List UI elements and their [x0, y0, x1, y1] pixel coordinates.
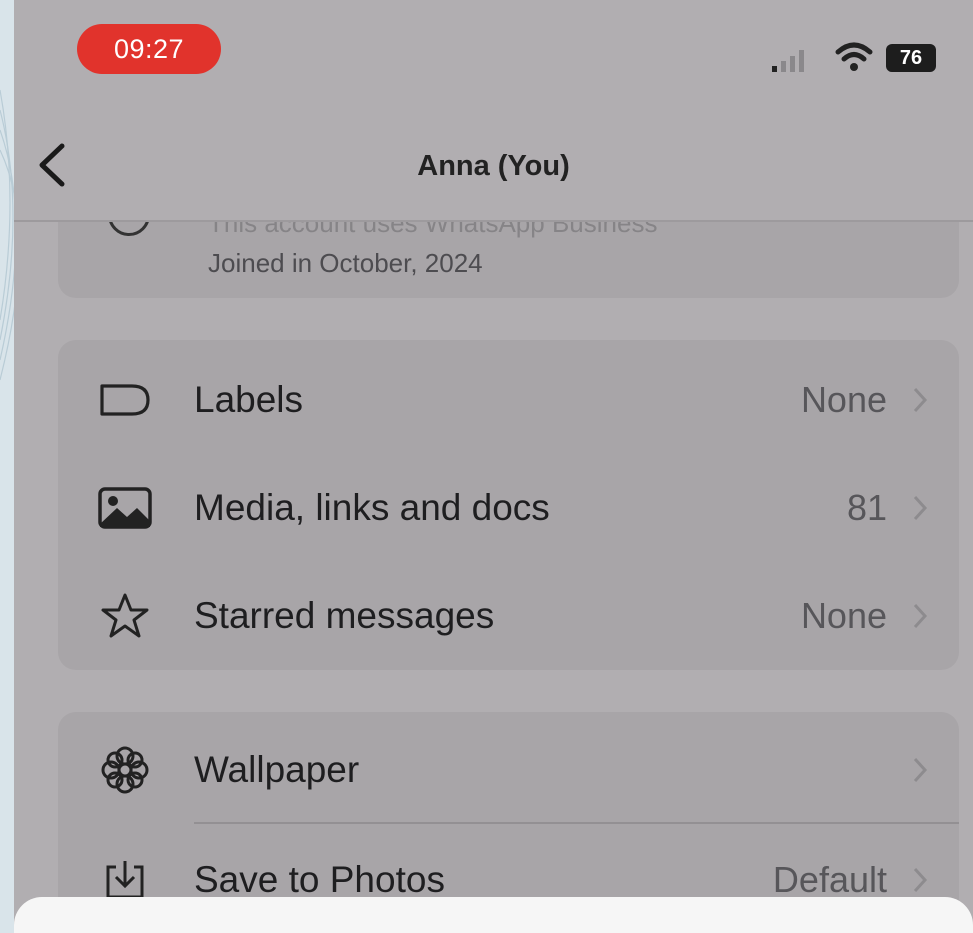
chevron-right-icon — [913, 387, 928, 413]
battery-indicator: 76 — [886, 44, 936, 72]
page-title: Anna (You) — [417, 150, 570, 182]
joined-date: Joined in October, 2024 — [208, 248, 483, 278]
signal-icon — [772, 50, 804, 72]
media-icon — [96, 479, 154, 537]
star-icon — [96, 587, 154, 645]
account-info-card: This account uses WhatsApp Business Join… — [58, 222, 959, 298]
chevron-right-icon — [913, 603, 928, 629]
labels-value: None — [800, 379, 887, 420]
business-account-note: This account uses WhatsApp Business — [208, 222, 658, 238]
media-label: Media, links and docs — [194, 487, 550, 528]
media-row[interactable]: Media, links and docs 81 — [58, 458, 959, 558]
status-time-text: 09:27 — [113, 33, 185, 64]
wallpaper-icon — [96, 741, 154, 799]
labels-row[interactable]: Labels None — [58, 350, 959, 450]
bottom-sheet[interactable] — [14, 897, 973, 933]
wallpaper-row[interactable]: Wallpaper — [58, 720, 959, 820]
phone-screen: 09:27 76 Anna (You) This account uses Wh… — [14, 0, 973, 933]
starred-label: Starred messages — [194, 595, 495, 636]
starred-value: None — [800, 595, 887, 636]
labels-label: Labels — [194, 379, 304, 420]
row-divider — [194, 822, 959, 824]
wifi-icon — [835, 42, 873, 71]
label-icon — [96, 371, 154, 429]
battery-level: 76 — [899, 46, 923, 69]
status-time: 09:27 — [77, 24, 221, 74]
wallpaper-label: Wallpaper — [194, 749, 360, 790]
media-count: 81 — [846, 487, 887, 528]
chat-details-section: Labels None Media, links and docs 81 Sta… — [58, 340, 959, 670]
save-to-photos-value: Default — [772, 859, 887, 900]
info-icon — [108, 222, 150, 236]
chevron-right-icon — [913, 867, 928, 893]
chevron-right-icon — [913, 495, 928, 521]
starred-row[interactable]: Starred messages None — [58, 566, 959, 666]
save-to-photos-label: Save to Photos — [194, 859, 445, 900]
chevron-right-icon — [913, 757, 928, 783]
